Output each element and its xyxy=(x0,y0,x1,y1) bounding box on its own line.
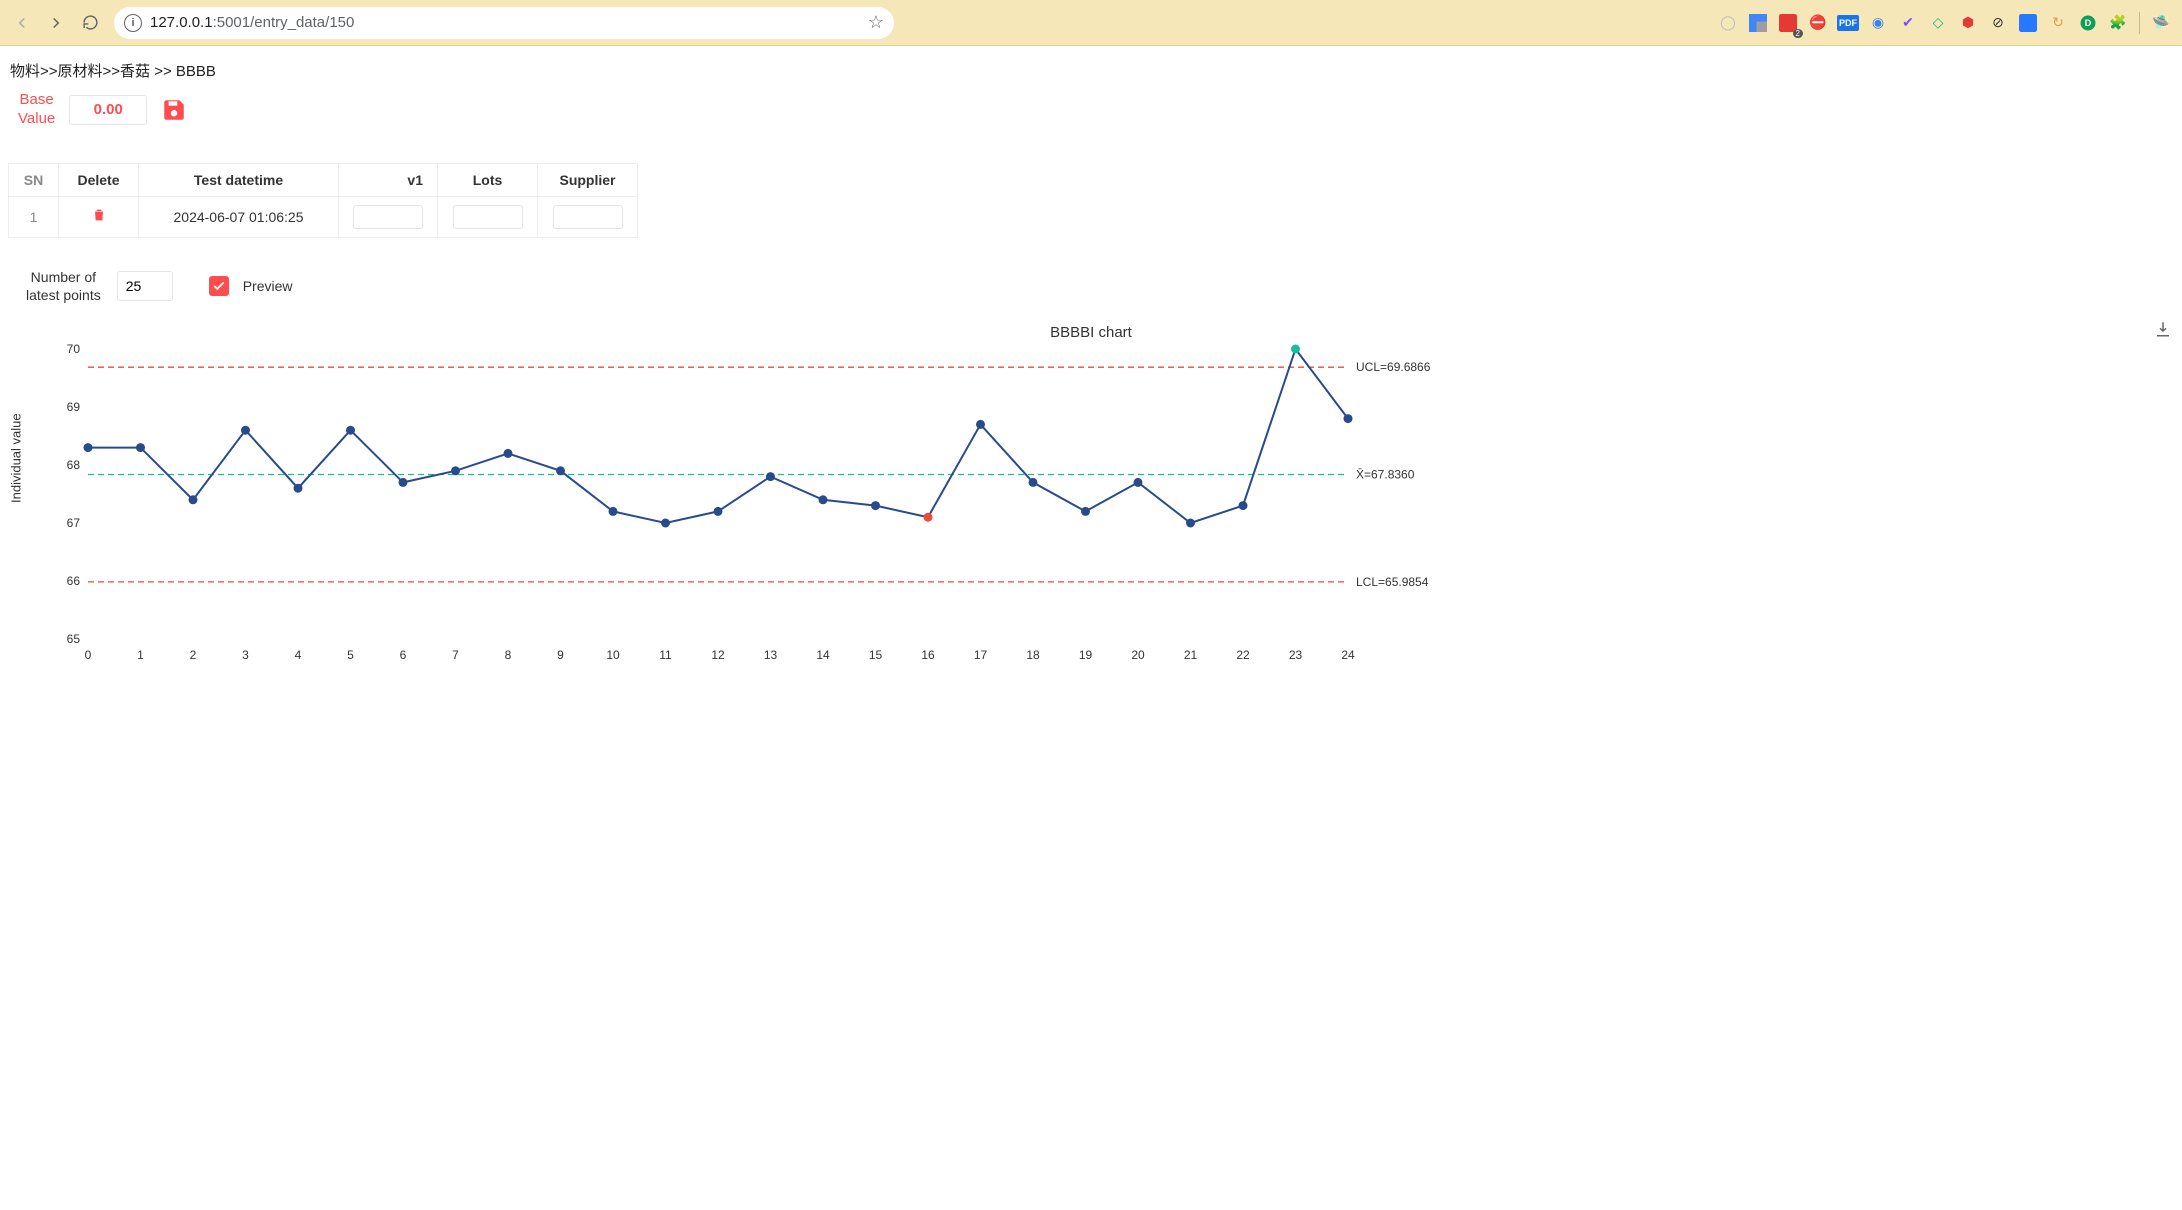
col-v1: v1 xyxy=(339,163,438,196)
extensions-puzzle-icon[interactable]: 🧩 xyxy=(2105,10,2131,36)
forward-button[interactable] xyxy=(42,9,70,37)
cell-v1-input[interactable] xyxy=(353,205,423,229)
chart-title: BBBBI chart xyxy=(8,320,2174,343)
cell-datetime[interactable]: 2024-06-07 01:06:25 xyxy=(139,196,339,237)
chart-area: BBBBI chart Individual value 65666768697… xyxy=(8,320,2174,663)
ext-swirl-icon[interactable]: ◉ xyxy=(1865,10,1891,36)
svg-text:21: 21 xyxy=(1184,648,1198,662)
svg-text:0: 0 xyxy=(85,648,92,662)
svg-text:5: 5 xyxy=(347,648,354,662)
preview-label: Preview xyxy=(243,278,293,294)
breadcrumb: 物料>>原材料>>香菇 >> BBBB xyxy=(8,56,2174,91)
svg-text:22: 22 xyxy=(1236,648,1250,662)
table-header-row: SN Delete Test datetime v1 Lots Supplier xyxy=(9,163,638,196)
bookmark-star-icon[interactable]: ☆ xyxy=(868,12,884,33)
ext-google-translate-icon[interactable] xyxy=(1745,10,1771,36)
col-datetime: Test datetime xyxy=(139,163,339,196)
svg-text:16: 16 xyxy=(921,648,935,662)
ext-green-d-icon[interactable]: D xyxy=(2075,10,2101,36)
svg-text:2: 2 xyxy=(190,648,197,662)
svg-text:15: 15 xyxy=(869,648,883,662)
svg-text:67: 67 xyxy=(67,516,81,530)
num-points-label: Number of latest points xyxy=(26,268,101,304)
svg-text:23: 23 xyxy=(1289,648,1303,662)
svg-text:4: 4 xyxy=(295,648,302,662)
delete-button[interactable] xyxy=(91,210,107,226)
ext-red-hex-icon[interactable]: ⬢ xyxy=(1955,10,1981,36)
ext-circle-icon[interactable]: ◯ xyxy=(1715,10,1741,36)
site-info-icon[interactable]: i xyxy=(124,14,142,32)
chart-plot: 6566676869700123456789101112131415161718… xyxy=(58,343,1458,663)
svg-text:20: 20 xyxy=(1131,648,1145,662)
svg-text:18: 18 xyxy=(1026,648,1040,662)
address-bar[interactable]: i 127.0.0.1:5001/entry_data/150 ☆ xyxy=(114,7,894,39)
svg-text:11: 11 xyxy=(659,648,672,662)
cell-supplier-input[interactable] xyxy=(553,205,623,229)
ext-check-icon[interactable]: ✔ xyxy=(1895,10,1921,36)
svg-text:D: D xyxy=(2085,18,2092,28)
svg-text:12: 12 xyxy=(711,648,725,662)
col-delete: Delete xyxy=(59,163,139,196)
svg-text:14: 14 xyxy=(816,648,830,662)
col-supplier: Supplier xyxy=(538,163,638,196)
save-button[interactable] xyxy=(161,97,187,123)
divider xyxy=(2139,12,2140,34)
svg-text:LCL=65.9854: LCL=65.9854 xyxy=(1356,575,1429,589)
svg-text:68: 68 xyxy=(67,458,81,472)
browser-chrome: i 127.0.0.1:5001/entry_data/150 ☆ ◯ 2 ⛔ … xyxy=(0,0,2182,46)
svg-text:9: 9 xyxy=(557,648,564,662)
chart-controls: Number of latest points Preview xyxy=(8,238,2174,310)
cell-sn: 1 xyxy=(9,196,59,237)
profile-avatar-icon[interactable]: 🛸 xyxy=(2148,10,2174,36)
svg-text:UCL=69.6866: UCL=69.6866 xyxy=(1356,360,1431,374)
svg-text:19: 19 xyxy=(1079,648,1093,662)
table-row: 1 2024-06-07 01:06:25 xyxy=(9,196,638,237)
ext-no-entry-icon[interactable]: ⛔ xyxy=(1805,10,1831,36)
svg-text:8: 8 xyxy=(505,648,512,662)
base-value-row: Base Value xyxy=(8,91,2174,143)
reload-button[interactable] xyxy=(76,9,104,37)
svg-text:70: 70 xyxy=(67,343,81,356)
data-table: SN Delete Test datetime v1 Lots Supplier… xyxy=(8,163,2174,238)
chart-stage: Individual value 65666768697001234567891… xyxy=(18,343,1458,663)
ext-blue-square-icon[interactable] xyxy=(2015,10,2041,36)
base-value-label: Base Value xyxy=(18,91,55,129)
y-axis-label: Individual value xyxy=(9,413,24,503)
svg-text:7: 7 xyxy=(452,648,459,662)
svg-text:6: 6 xyxy=(400,648,407,662)
ext-red-badge-icon[interactable]: 2 xyxy=(1775,10,1801,36)
ext-pdf-icon[interactable]: PDF xyxy=(1835,10,1861,36)
cell-lots-input[interactable] xyxy=(453,205,523,229)
ext-prohibit-icon[interactable]: ⊘ xyxy=(1985,10,2011,36)
svg-text:X̄=67.8360: X̄=67.8360 xyxy=(1356,467,1415,481)
svg-text:24: 24 xyxy=(1341,648,1355,662)
ext-green-diamond-icon[interactable]: ◇ xyxy=(1925,10,1951,36)
preview-checkbox[interactable] xyxy=(209,276,229,296)
back-button[interactable] xyxy=(8,9,36,37)
svg-text:3: 3 xyxy=(242,648,249,662)
svg-text:1: 1 xyxy=(137,648,144,662)
ext-clock-icon[interactable]: ↻ xyxy=(2045,10,2071,36)
url-text: 127.0.0.1:5001/entry_data/150 xyxy=(150,14,860,31)
svg-text:65: 65 xyxy=(67,632,81,646)
col-lots: Lots xyxy=(438,163,538,196)
svg-text:66: 66 xyxy=(67,574,81,588)
svg-text:17: 17 xyxy=(974,648,988,662)
download-chart-button[interactable] xyxy=(2154,320,2172,341)
svg-text:13: 13 xyxy=(764,648,778,662)
col-sn: SN xyxy=(9,163,59,196)
extensions-area: ◯ 2 ⛔ PDF ◉ ✔ ◇ ⬢ ⊘ ↻ D 🧩 🛸 xyxy=(1715,10,2174,36)
num-points-input[interactable] xyxy=(117,271,173,301)
svg-text:69: 69 xyxy=(67,400,81,414)
svg-text:10: 10 xyxy=(606,648,620,662)
base-value-input[interactable] xyxy=(69,95,147,125)
